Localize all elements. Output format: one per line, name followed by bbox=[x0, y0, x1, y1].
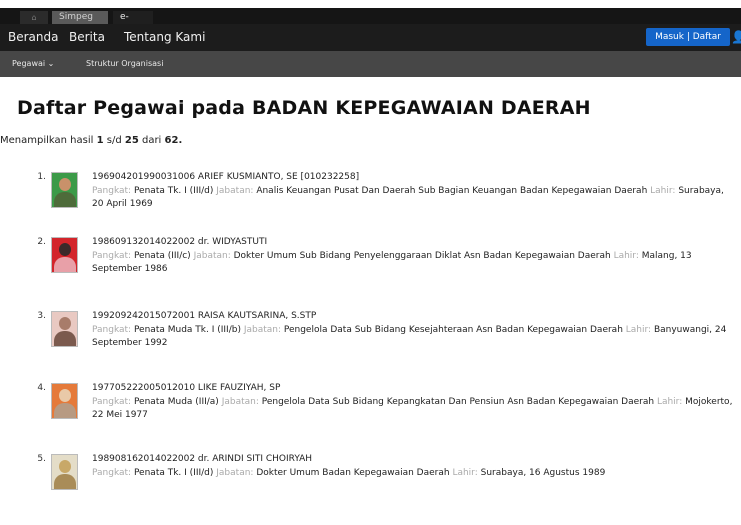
tab-simpeg[interactable]: Simpeg bbox=[52, 11, 108, 24]
pangkat-label: Pangkat: bbox=[92, 251, 132, 261]
login-register-button[interactable]: Masuk | Daftar bbox=[646, 28, 730, 46]
jabatan-label: Jabatan: bbox=[193, 251, 231, 261]
row-number: 2. bbox=[37, 237, 46, 247]
jabatan-label: Jabatan: bbox=[243, 325, 282, 335]
jabatan-value: Analis Keuangan Pusat Dan Daerah Sub Bag… bbox=[253, 186, 651, 196]
employee-photo[interactable] bbox=[51, 311, 78, 347]
subnav-pegawai-dropdown[interactable]: Pegawai ⌄ bbox=[12, 59, 54, 69]
home-icon: ⌂ bbox=[31, 13, 37, 22]
summary-from: 1 bbox=[96, 135, 104, 146]
summary-to: 25 bbox=[124, 135, 139, 146]
pangkat-value: Penata Tk. I (III/d) bbox=[131, 468, 217, 478]
employee-details: Pangkat: Penata Muda (III/a) Jabatan: Pe… bbox=[92, 396, 737, 422]
nav-beranda[interactable]: Beranda bbox=[8, 30, 58, 45]
lahir-label: Lahir: bbox=[656, 397, 683, 407]
jabatan-value: Pengelola Data Sub Bidang Kepangkatan Da… bbox=[258, 397, 657, 407]
pangkat-value: Penata (III/c) bbox=[131, 251, 194, 261]
top-app-bar: ⌂ Simpeg e-Doc bbox=[0, 0, 741, 35]
pangkat-label: Pangkat: bbox=[92, 397, 132, 407]
home-tab[interactable]: ⌂ bbox=[20, 11, 48, 24]
employee-name[interactable]: 199209242015072001 RAISA KAUTSARINA, S.S… bbox=[92, 311, 316, 321]
jabatan-label: Jabatan: bbox=[216, 468, 254, 478]
summary-total: 62. bbox=[164, 135, 183, 146]
employee-details: Pangkat: Penata Tk. I (III/d) Jabatan: A… bbox=[92, 185, 737, 211]
nav-tentang-kami[interactable]: Tentang Kami bbox=[124, 30, 205, 45]
pangkat-label: Pangkat: bbox=[92, 186, 132, 196]
tab-edoc[interactable]: e-Doc bbox=[113, 11, 153, 35]
pangkat-label: Pangkat: bbox=[92, 325, 132, 335]
summary-mid: s/d bbox=[106, 135, 122, 146]
results-summary: Menampilkan hasil 1 s/d 25 dari 62. bbox=[0, 135, 182, 146]
employee-name[interactable]: 198609132014022002 dr. WIDYASTUTI bbox=[92, 237, 267, 247]
lahir-label: Lahir: bbox=[452, 468, 478, 478]
row-number: 5. bbox=[37, 454, 46, 464]
employee-details: Pangkat: Penata Muda Tk. I (III/b) Jabat… bbox=[92, 324, 737, 350]
row-number: 1. bbox=[37, 172, 46, 182]
employee-photo[interactable] bbox=[51, 454, 78, 490]
jabatan-value: Dokter Umum Badan Kepegawaian Daerah bbox=[253, 468, 453, 478]
main-navbar: Beranda Berita Tentang Kami Masuk | Daft… bbox=[0, 24, 741, 51]
lahir-label: Lahir: bbox=[613, 251, 639, 261]
page-title: Daftar Pegawai pada BADAN KEPEGAWAIAN DA… bbox=[17, 97, 591, 119]
jabatan-label: Jabatan: bbox=[221, 397, 259, 407]
employee-details: Pangkat: Penata Tk. I (III/d) Jabatan: D… bbox=[92, 467, 737, 480]
jabatan-label: Jabatan: bbox=[216, 186, 254, 196]
summary-of: dari bbox=[141, 135, 162, 146]
pangkat-label: Pangkat: bbox=[92, 468, 132, 478]
user-icon[interactable]: 👤 bbox=[731, 28, 741, 46]
pangkat-value: Penata Muda (III/a) bbox=[131, 397, 222, 407]
employee-name[interactable]: 196904201990031006 ARIEF KUSMIANTO, SE [… bbox=[92, 172, 359, 182]
pangkat-value: Penata Tk. I (III/d) bbox=[131, 186, 217, 196]
nav-berita[interactable]: Berita bbox=[69, 30, 105, 45]
employee-photo[interactable] bbox=[51, 237, 78, 273]
jabatan-value: Pengelola Data Sub Bidang Kesejahteraan … bbox=[281, 325, 626, 335]
row-number: 4. bbox=[37, 383, 46, 393]
jabatan-value: Dokter Umum Sub Bidang Penyelenggaraan D… bbox=[230, 251, 614, 261]
row-number: 3. bbox=[37, 311, 46, 321]
employee-photo[interactable] bbox=[51, 383, 78, 419]
lahir-label: Lahir: bbox=[625, 325, 652, 335]
sub-navbar: Pegawai ⌄ Struktur Organisasi bbox=[0, 51, 741, 77]
subnav-struktur-organisasi[interactable]: Struktur Organisasi bbox=[86, 59, 163, 69]
employee-photo[interactable] bbox=[51, 172, 78, 208]
employee-details: Pangkat: Penata (III/c) Jabatan: Dokter … bbox=[92, 250, 737, 276]
summary-prefix: Menampilkan hasil bbox=[0, 135, 94, 146]
employee-name[interactable]: 198908162014022002 dr. ARINDI SITI CHOIR… bbox=[92, 454, 312, 464]
lahir-value: Surabaya, 16 Agustus 1989 bbox=[477, 468, 606, 478]
pangkat-value: Penata Muda Tk. I (III/b) bbox=[131, 325, 244, 335]
lahir-label: Lahir: bbox=[650, 186, 676, 196]
employee-name[interactable]: 197705222005012010 LIKE FAUZIYAH, SP bbox=[92, 383, 280, 393]
